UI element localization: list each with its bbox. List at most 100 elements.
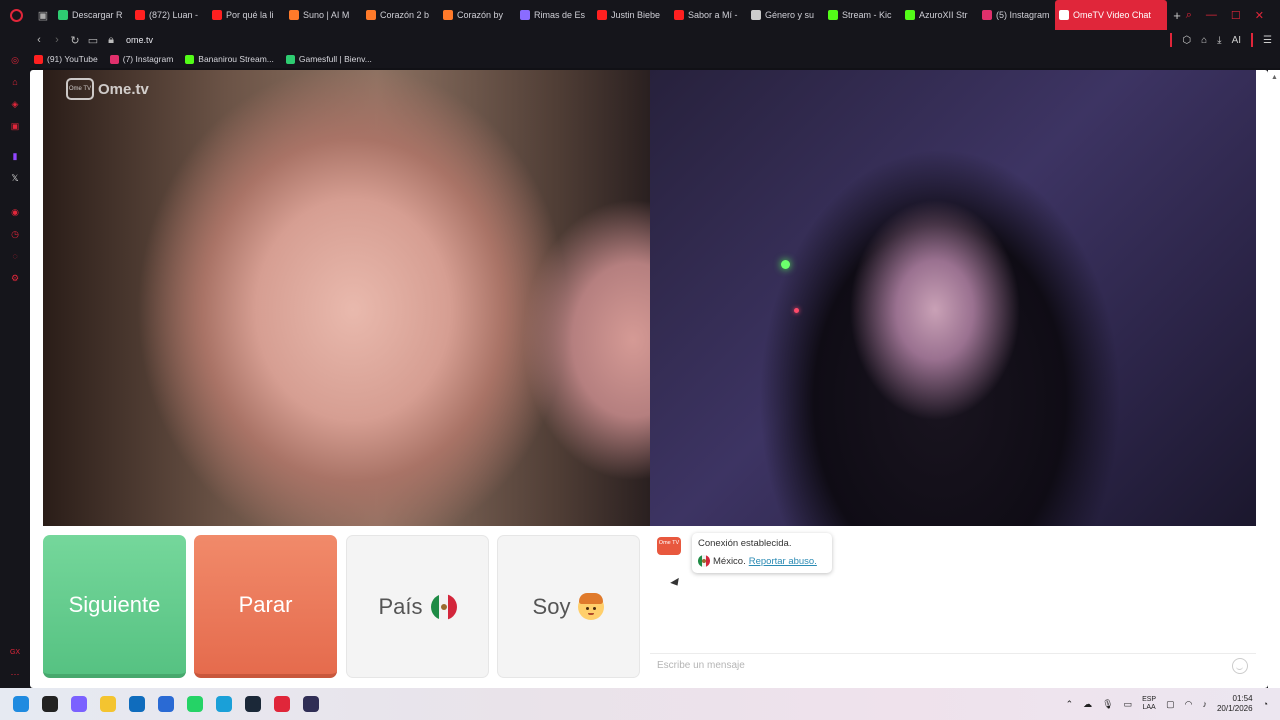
gx-icon[interactable]: GX: [9, 646, 21, 658]
new-tab-button[interactable]: +: [1167, 0, 1187, 30]
twitch-icon[interactable]: ▮: [9, 150, 21, 162]
aria-icon[interactable]: ◎: [9, 54, 21, 66]
tab-7[interactable]: Justin Biebe: [593, 0, 670, 30]
file-explorer-icon[interactable]: [93, 688, 122, 720]
bookmark-item[interactable]: Bananirou Stream...: [185, 54, 274, 64]
display-icon[interactable]: ▢: [1166, 699, 1175, 710]
opera-menu-icon[interactable]: [0, 0, 32, 30]
edge-icon[interactable]: [209, 688, 238, 720]
tab-1[interactable]: (872) Luan -: [131, 0, 208, 30]
next-button[interactable]: Siguiente: [43, 535, 186, 678]
tab-6[interactable]: Rimas de Es: [516, 0, 593, 30]
whatsapp-icon[interactable]: [180, 688, 209, 720]
snapshot-icon[interactable]: ⬡: [1182, 35, 1191, 46]
language-indicator[interactable]: ESP LAA: [1142, 696, 1156, 712]
divider: [1251, 33, 1254, 47]
onedrive-icon[interactable]: ☁: [1083, 699, 1092, 710]
news-icon[interactable]: ▣: [9, 120, 21, 132]
outlook-icon[interactable]: [122, 688, 151, 720]
instagram-icon[interactable]: ◉: [9, 206, 21, 218]
easy-setup-icon[interactable]: ☰: [1263, 35, 1272, 46]
lock-icon[interactable]: 🔒︎: [102, 34, 120, 47]
tab-favicon-icon: [212, 10, 222, 20]
connection-status: Conexión establecida.: [698, 538, 792, 549]
volume-icon[interactable]: ♪: [1202, 699, 1207, 709]
tab-5[interactable]: Corazón by: [439, 0, 516, 30]
bookmark-item[interactable]: (7) Instagram: [109, 54, 173, 64]
settings-icon[interactable]: ⚙: [9, 272, 21, 284]
obs-icon[interactable]: [296, 688, 325, 720]
gaming-icon[interactable]: ◈: [9, 98, 21, 110]
self-video: [650, 70, 1256, 526]
gender-button[interactable]: Soy: [497, 535, 640, 678]
close-button[interactable]: ✕: [1255, 9, 1264, 22]
microphone-icon[interactable]: 🎙︎: [1102, 699, 1113, 710]
steam-icon[interactable]: [238, 688, 267, 720]
stop-button[interactable]: Parar: [194, 535, 337, 678]
tab-workspace-icon[interactable]: ▣: [32, 0, 54, 30]
tab-11[interactable]: AzuroXII Str: [901, 0, 978, 30]
network-icon[interactable]: ▭: [1124, 699, 1133, 710]
address-bar-actions: ⬡ ⌂ ⤓ AI ☰: [1170, 30, 1272, 50]
country-button[interactable]: País: [346, 535, 489, 678]
tab-favicon-icon: [905, 10, 915, 20]
emoji-icon[interactable]: [1232, 658, 1248, 674]
home-icon[interactable]: ⌂: [9, 76, 21, 88]
taskbar-app-glyph: [215, 696, 232, 712]
x-icon[interactable]: 𝕏: [9, 172, 21, 184]
search-icon[interactable]: [35, 688, 64, 720]
partner-country: México.: [713, 555, 746, 567]
opera-icon[interactable]: [267, 688, 296, 720]
tab-label: Rimas de Es: [534, 10, 586, 20]
url-field[interactable]: ome.tv: [126, 35, 153, 45]
tab-9[interactable]: Género y su: [747, 0, 824, 30]
minimize-button[interactable]: —: [1206, 9, 1217, 21]
bookmark-item[interactable]: (91) YouTube: [34, 54, 98, 64]
tab-label: (5) Instagram: [996, 10, 1050, 20]
tab-12[interactable]: (5) Instagram: [978, 0, 1055, 30]
store-icon[interactable]: [151, 688, 180, 720]
ometv-brand: Ome.tv: [98, 80, 149, 98]
tab-label: Sabor a Mí -: [688, 10, 738, 20]
tab-10[interactable]: Stream - Kic: [824, 0, 901, 30]
aria-ai-button[interactable]: AI: [1232, 35, 1241, 46]
tab-label: Descargar R: [72, 10, 123, 20]
scroll-up-icon[interactable]: ▲: [1271, 74, 1278, 81]
taskbar-app-glyph: [186, 696, 203, 712]
address-bar: ‹ › ↻ ▭ 🔒︎ ome.tv ⬡ ⌂ ⤓ AI ☰: [0, 30, 1280, 50]
page-scrollbar[interactable]: ▲: [1268, 70, 1280, 688]
ometv-page: Ome TV Ome.tv Siguiente Parar País Soy O…: [30, 70, 1268, 688]
maximize-button[interactable]: ☐: [1231, 9, 1241, 22]
history-icon[interactable]: ◷: [9, 228, 21, 240]
windows-start-icon[interactable]: [6, 688, 35, 720]
copilot-icon[interactable]: [64, 688, 93, 720]
wallet-icon[interactable]: ⌂: [1201, 35, 1207, 46]
messenger-icon[interactable]: ◌: [9, 250, 21, 262]
back-button[interactable]: ‹: [30, 34, 48, 46]
chevron-up-icon[interactable]: ⌃: [1066, 699, 1074, 710]
bookmark-favicon-icon: [109, 54, 119, 64]
camera-icon[interactable]: ▭: [84, 34, 102, 47]
tab-list: Descargar R (872) Luan - Por qué la li Suno…: [54, 0, 1055, 30]
tab-2[interactable]: Por qué la li: [208, 0, 285, 30]
chat-panel: Ome TV Conexión establecida. México. Rep…: [650, 526, 1256, 688]
tab-8[interactable]: Sabor a Mí -: [670, 0, 747, 30]
more-icon[interactable]: ⋯: [9, 668, 21, 680]
clock[interactable]: 01:54 20/1/2026: [1217, 694, 1253, 714]
country-label: País: [378, 593, 423, 619]
downloads-icon[interactable]: ⤓: [1217, 35, 1221, 46]
tab-ometv[interactable]: OmeTV Video Chat: [1055, 0, 1167, 30]
tab-0[interactable]: Descargar R: [54, 0, 131, 30]
tab-4[interactable]: Corazón 2 b: [362, 0, 439, 30]
tab-3[interactable]: Suno | AI M: [285, 0, 362, 30]
report-abuse-link[interactable]: Reportar abuso.: [749, 556, 817, 567]
search-tabs-icon[interactable]: ⌕: [1186, 9, 1192, 22]
reload-button[interactable]: ↻: [66, 34, 84, 47]
notifications-icon[interactable]: ◔: [1263, 699, 1268, 709]
ometv-chat-logo-icon: Ome TV: [657, 537, 681, 555]
forward-button[interactable]: ›: [48, 34, 66, 46]
bookmark-item[interactable]: Gamesfull | Bienv...: [285, 54, 372, 64]
wifi-icon[interactable]: ◠: [1185, 699, 1193, 710]
chat-message-input[interactable]: [657, 660, 1217, 671]
tab-favicon-icon: [443, 10, 453, 20]
